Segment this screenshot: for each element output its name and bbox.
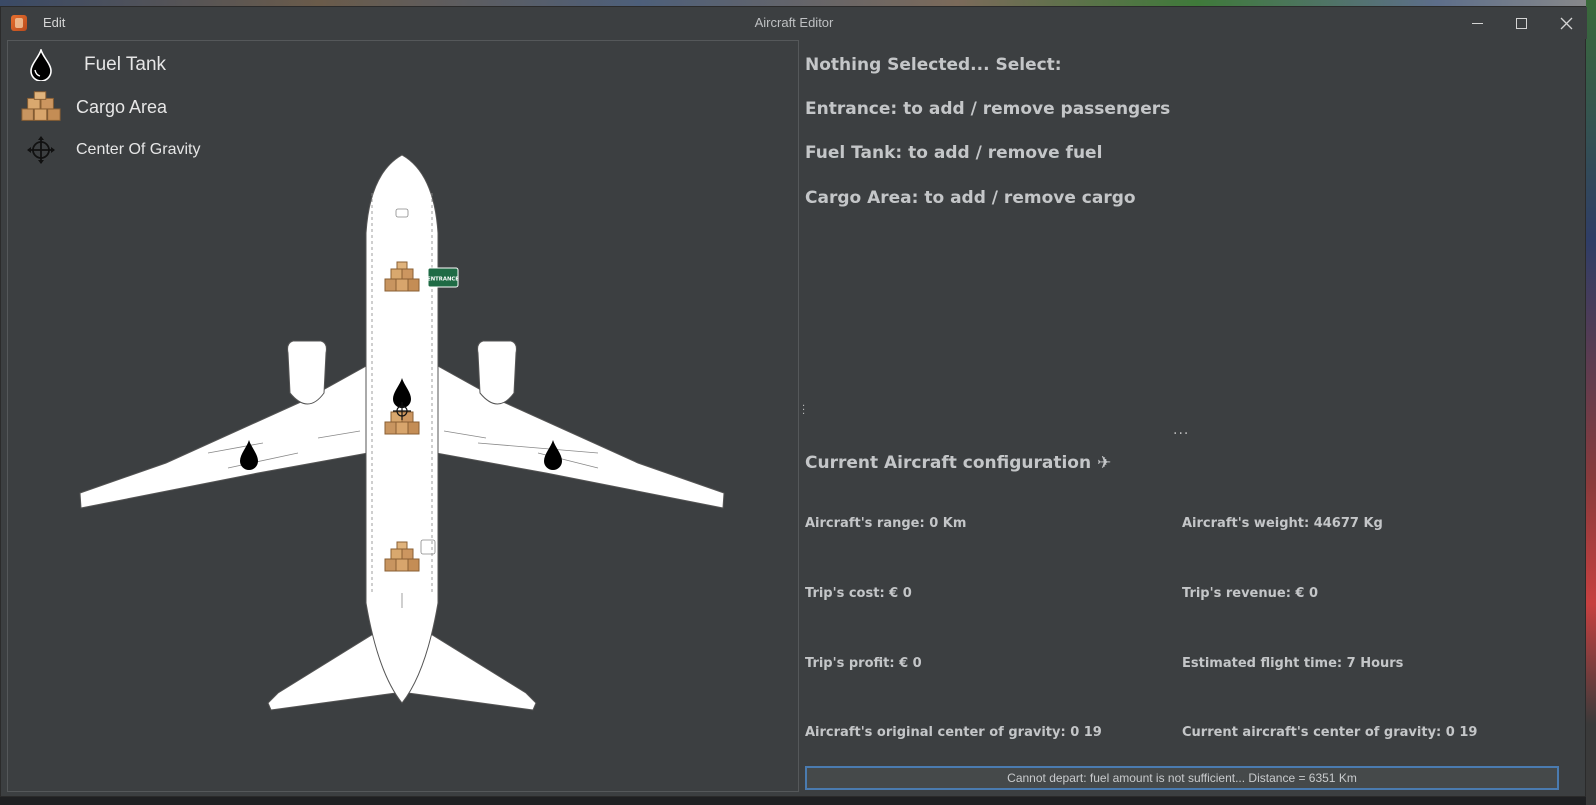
right-engine <box>477 340 517 405</box>
maximize-icon <box>1515 17 1527 29</box>
fuel-drop-icon <box>20 47 62 83</box>
left-engine <box>287 340 327 405</box>
trip-revenue: Trip's revenue: € 0 <box>1182 586 1319 601</box>
info-panel: Nothing Selected... Select: Entrance: to… <box>805 40 1585 792</box>
aircraft-top-view[interactable]: ENTRANCE <box>78 153 728 713</box>
trip-profit: Trip's profit: € 0 <box>805 656 922 671</box>
trip-cost: Trip's cost: € 0 <box>805 586 912 601</box>
more-options-button[interactable]: ... <box>1173 422 1189 438</box>
aircraft-editor-window: Edit Aircraft Editor Fuel Tank Cargo Are… <box>0 6 1587 797</box>
instruction-entrance: Entrance: to add / remove passengers <box>805 99 1171 119</box>
entrance-label: ENTRANCE <box>427 277 459 283</box>
depart-status-button[interactable]: Cannot depart: fuel amount is not suffic… <box>805 766 1559 790</box>
current-center-of-gravity: Current aircraft's center of gravity: 0 … <box>1182 725 1478 740</box>
legend-label: Fuel Tank <box>84 54 167 75</box>
title-bar: Edit Aircraft Editor <box>1 7 1587 39</box>
instruction-cargo-area: Cargo Area: to add / remove cargo <box>805 188 1136 208</box>
close-button[interactable] <box>1543 7 1589 39</box>
window-title: Aircraft Editor <box>754 15 834 30</box>
entrance-sign: ENTRANCE <box>427 267 459 288</box>
legend-cargo-area: Cargo Area <box>20 89 167 125</box>
legend-label: Cargo Area <box>76 96 168 117</box>
nothing-selected-heading: Nothing Selected... Select: <box>805 55 1062 75</box>
minimize-button[interactable] <box>1454 7 1500 39</box>
config-title: Current Aircraft configuration ✈ <box>805 453 1112 473</box>
close-icon <box>1560 17 1572 29</box>
crosshair-icon <box>20 132 62 168</box>
cargo-boxes-icon <box>20 89 62 125</box>
maximize-button[interactable] <box>1498 7 1544 39</box>
instruction-fuel-tank: Fuel Tank: to add / remove fuel <box>805 143 1103 163</box>
aircraft-canvas[interactable]: Fuel Tank Cargo Area Center Of Gravity E… <box>7 40 799 792</box>
estimated-flight-time: Estimated flight time: 7 Hours <box>1182 656 1404 671</box>
aircraft-range: Aircraft's range: 0 Km <box>805 516 967 531</box>
desktop-background-right <box>1586 0 1596 805</box>
minimize-icon <box>1471 22 1483 24</box>
aircraft-weight: Aircraft's weight: 44677 Kg <box>1182 516 1383 531</box>
legend-fuel-tank: Fuel Tank <box>20 47 166 83</box>
original-center-of-gravity: Aircraft's original center of gravity: 0… <box>805 725 1102 740</box>
